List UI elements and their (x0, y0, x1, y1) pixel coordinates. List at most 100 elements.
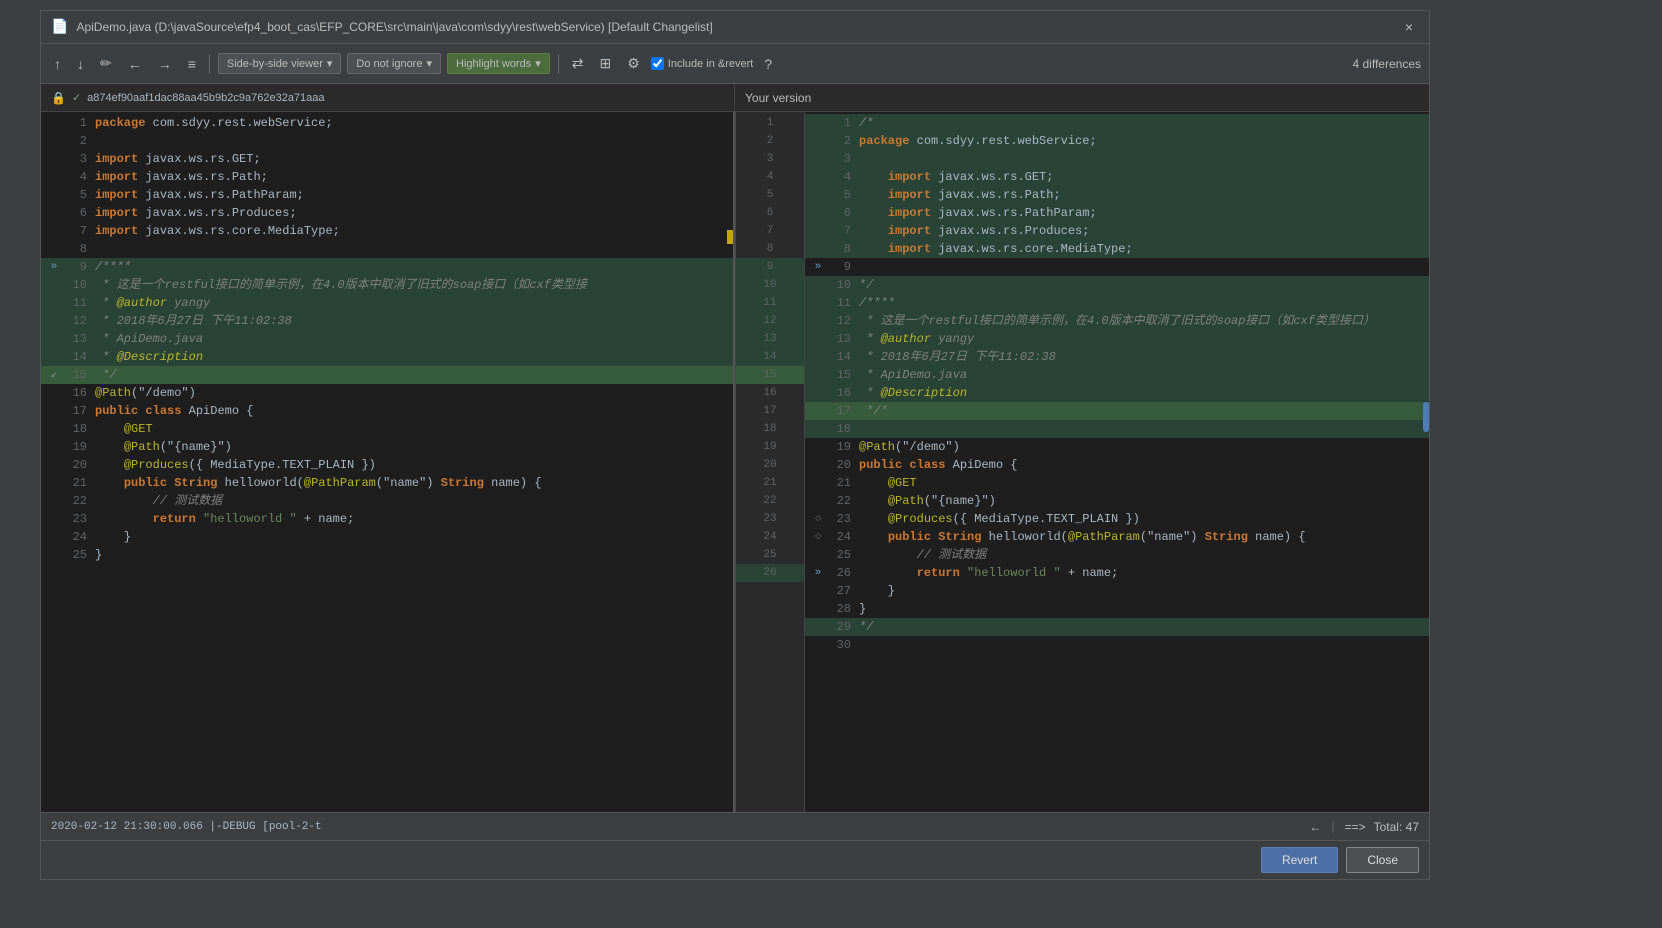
right-num-13: 13 (827, 330, 859, 348)
right-content-4: import javax.ws.rs.GET; (859, 168, 1425, 186)
columns-icon[interactable]: ⊞ (594, 52, 616, 75)
line-num-1: 1 (63, 114, 95, 132)
table-row: 4 import javax.ws.rs.Path; (41, 168, 733, 186)
close-dialog-button[interactable]: Close (1346, 847, 1419, 873)
table-row: 11 /**** (805, 294, 1429, 312)
nav-up-button[interactable]: ↑ (49, 53, 66, 75)
back-button[interactable]: ← (123, 53, 147, 75)
right-content-6: import javax.ws.rs.PathParam; (859, 204, 1425, 222)
line-num-16: 16 (63, 384, 95, 402)
right-content-17: */* (859, 402, 1425, 420)
include-revert-checkbox[interactable]: Include in &revert (651, 57, 754, 70)
table-row: 16 * @Description (805, 384, 1429, 402)
table-row: » 9 /**** (41, 258, 733, 276)
left-code-panel[interactable]: 1 package com.sdyy.rest.webService; 2 3 … (41, 112, 735, 812)
table-row: 17 public class ApiDemo { (41, 402, 733, 420)
ignore-chevron-icon: ▾ (426, 57, 432, 70)
table-row: 6 (736, 204, 804, 222)
line-content-6: import javax.ws.rs.Produces; (95, 204, 729, 222)
close-icon[interactable]: × (1399, 17, 1419, 37)
table-row: 30 (805, 636, 1429, 654)
log-text: 2020-02-12 21:30:00.066 |-DEBUG [pool-2-… (51, 821, 322, 833)
left-hash: a874ef90aaf1dac88aa45b9b2c9a762e32a71aaa (87, 92, 324, 104)
right-num-1: 1 (827, 114, 859, 132)
edit-button[interactable]: ✏ (95, 52, 117, 75)
menu-button[interactable]: ≡ (183, 53, 201, 75)
right-gutter-9: » (809, 258, 827, 276)
table-row: 4 import javax.ws.rs.GET; (805, 168, 1429, 186)
total-count: Total: 47 (1374, 820, 1419, 834)
include-revert-input[interactable] (651, 57, 664, 70)
ignore-label: Do not ignore (356, 58, 422, 70)
center-nums-content: 1 2 3 4 5 6 (736, 112, 804, 584)
table-row: 22 // 测试数据 (41, 492, 733, 510)
table-row: 6 import javax.ws.rs.PathParam; (805, 204, 1429, 222)
table-row: 18 @GET (41, 420, 733, 438)
right-content-29: */ (859, 618, 1425, 636)
table-row: 20 (736, 456, 804, 474)
nav-separator: | (1329, 820, 1336, 834)
right-num-9: 9 (827, 258, 859, 276)
viewer-dropdown-button[interactable]: Side-by-side viewer ▾ (218, 53, 342, 74)
table-row: 3 (805, 150, 1429, 168)
table-row: 27 } (805, 582, 1429, 600)
line-content-21: public String helloworld(@PathParam("nam… (95, 474, 729, 492)
table-row: 11 * @author yangy (41, 294, 733, 312)
line-content-9: /**** (95, 258, 729, 276)
table-row: 8 (41, 240, 733, 258)
table-row: 25 } (41, 546, 733, 564)
line-num-10: 10 (63, 276, 95, 294)
line-num-18: 18 (63, 420, 95, 438)
table-row: 23 (736, 510, 804, 528)
differences-count: 4 differences (1353, 57, 1422, 71)
bottom-bar: 2020-02-12 21:30:00.066 |-DEBUG [pool-2-… (41, 812, 1429, 840)
table-row: 29 */ (805, 618, 1429, 636)
right-content-15: * ApiDemo.java (859, 366, 1425, 384)
gear-icon[interactable]: ⚙ (622, 52, 645, 75)
table-row: » 9 (805, 258, 1429, 276)
toolbar: ↑ ↓ ✏ ← → ≡ Side-by-side viewer ▾ Do not… (41, 44, 1429, 84)
table-row: 21 (736, 474, 804, 492)
table-row: 7 import javax.ws.rs.Produces; (805, 222, 1429, 240)
table-row: 8 import javax.ws.rs.core.MediaType; (805, 240, 1429, 258)
table-row: ↙ 15 */ (41, 366, 733, 384)
line-content-1: package com.sdyy.rest.webService; (95, 114, 729, 132)
table-row: 1 (736, 114, 804, 132)
table-row: 20 @Produces({ MediaType.TEXT_PLAIN }) (41, 456, 733, 474)
right-num-24: 24 (827, 528, 859, 546)
table-row: 12 (736, 312, 804, 330)
table-row: 17 (736, 402, 804, 420)
highlight-dropdown-button[interactable]: Highlight words ▾ (447, 53, 550, 74)
highlight-label: Highlight words (456, 58, 531, 70)
table-row: ◇ 23 @Produces({ MediaType.TEXT_PLAIN }) (805, 510, 1429, 528)
forward-button[interactable]: → (153, 53, 177, 75)
right-content-5: import javax.ws.rs.Path; (859, 186, 1425, 204)
nav-down-button[interactable]: ↓ (72, 53, 89, 75)
right-content-25: // 测试数据 (859, 546, 1425, 564)
right-content-22: @Path("{name}") (859, 492, 1425, 510)
arrows-icon[interactable]: ⇄ (567, 52, 589, 75)
table-row: 3 (736, 150, 804, 168)
right-num-17: 17 (827, 402, 859, 420)
nav-left-button[interactable]: ← (1309, 820, 1321, 834)
right-content-13: * @author yangy (859, 330, 1425, 348)
revert-button[interactable]: Revert (1261, 847, 1338, 873)
checkmark-icon: ✓ (72, 91, 81, 104)
table-row: 5 import javax.ws.rs.PathParam; (41, 186, 733, 204)
footer-buttons: Revert Close (41, 840, 1429, 879)
right-content-28: } (859, 600, 1425, 618)
right-num-27: 27 (827, 582, 859, 600)
line-num-11: 11 (63, 294, 95, 312)
file-icon: 📄 (51, 19, 68, 36)
table-row: 7 (736, 222, 804, 240)
right-content-8: import javax.ws.rs.core.MediaType; (859, 240, 1425, 258)
right-code-panel[interactable]: 1 /* 2 package com.sdyy.rest.webService;… (805, 112, 1429, 812)
table-row: 19 @Path("/demo") (805, 438, 1429, 456)
table-row: 20 public class ApiDemo { (805, 456, 1429, 474)
help-button[interactable]: ? (759, 53, 777, 75)
nav-right-button[interactable]: ==> (1345, 820, 1366, 834)
right-num-16: 16 (827, 384, 859, 402)
right-num-10: 10 (827, 276, 859, 294)
table-row: 5 (736, 186, 804, 204)
ignore-dropdown-button[interactable]: Do not ignore ▾ (347, 53, 441, 74)
